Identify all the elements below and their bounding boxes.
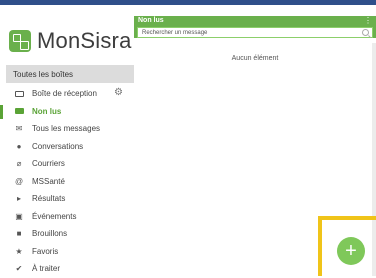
envelope-icon xyxy=(14,106,24,116)
sidebar-item-favoris[interactable]: ★ Favoris xyxy=(6,243,134,261)
draft-icon: ■ xyxy=(16,229,22,239)
sidebar-item-inbox[interactable]: Boîte de réception ⚙ xyxy=(6,85,134,103)
sidebar-item-label: Favoris xyxy=(32,246,59,256)
sidebar-item-evenements[interactable]: ▣ Événements xyxy=(6,208,134,226)
sidebar: MonSisra Toutes les boîtes Boîte de réce… xyxy=(0,5,134,276)
flask-icon: ▸ xyxy=(16,194,21,204)
more-options-icon[interactable]: ⋮ xyxy=(364,17,372,25)
compose-button[interactable]: + xyxy=(337,237,365,265)
app-logo: MonSisra xyxy=(9,28,132,54)
sidebar-item-label: Brouillons xyxy=(32,229,68,239)
sidebar-item-label: Résultats xyxy=(32,194,66,204)
plus-icon: + xyxy=(345,240,357,262)
calendar-icon: ▣ xyxy=(15,211,23,221)
search-input[interactable]: Rechercher un message xyxy=(137,27,373,38)
gear-icon[interactable]: ⚙ xyxy=(114,88,124,98)
paperclip-icon: ⌀ xyxy=(16,159,22,169)
sidebar-item-resultats[interactable]: ▸ Résultats xyxy=(6,190,134,208)
sidebar-item-label: Conversations xyxy=(32,141,84,151)
sidebar-section-title: Toutes les boîtes xyxy=(6,65,134,83)
sidebar-item-mssante[interactable]: @ MSSanté xyxy=(6,173,134,191)
sidebar-item-unread[interactable]: Non lus xyxy=(0,103,134,121)
sidebar-item-label: Événements xyxy=(32,211,77,221)
empty-state-text: Aucun élément xyxy=(231,55,279,62)
sidebar-item-label: Tous les messages xyxy=(32,124,101,134)
sidebar-item-label: Non lus xyxy=(32,106,62,116)
pane-header: Non lus ⋮ Rechercher un message xyxy=(134,16,376,38)
inbox-icon xyxy=(14,89,24,99)
sidebar-nav: Boîte de réception ⚙ Non lus ✉ Tous les … xyxy=(0,85,134,278)
sidebar-item-label: MSSanté xyxy=(32,176,65,186)
sidebar-item-brouillons[interactable]: ■ Brouillons xyxy=(6,225,134,243)
app-name: MonSisra xyxy=(37,28,132,53)
sidebar-item-label: Courriers xyxy=(32,159,65,169)
at-icon: @ xyxy=(14,176,24,186)
sidebar-item-all-messages[interactable]: ✉ Tous les messages xyxy=(6,120,134,138)
search-icon[interactable] xyxy=(362,29,369,36)
sidebar-item-label: Boîte de réception xyxy=(32,89,97,99)
sidebar-item-a-traiter[interactable]: ✔ À traiter xyxy=(6,260,134,278)
logo-icon xyxy=(9,30,31,52)
star-icon: ★ xyxy=(15,246,23,256)
pane-title: Non lus xyxy=(138,17,164,24)
envelopes-icon: ✉ xyxy=(15,124,23,134)
sidebar-item-courriers[interactable]: ⌀ Courriers xyxy=(6,155,134,173)
sidebar-item-label: À traiter xyxy=(32,264,61,274)
sidebar-item-conversations[interactable]: ● Conversations xyxy=(6,138,134,156)
chat-icon: ● xyxy=(16,141,22,151)
search-placeholder: Rechercher un message xyxy=(142,30,208,36)
check-circle-icon: ✔ xyxy=(15,264,23,274)
